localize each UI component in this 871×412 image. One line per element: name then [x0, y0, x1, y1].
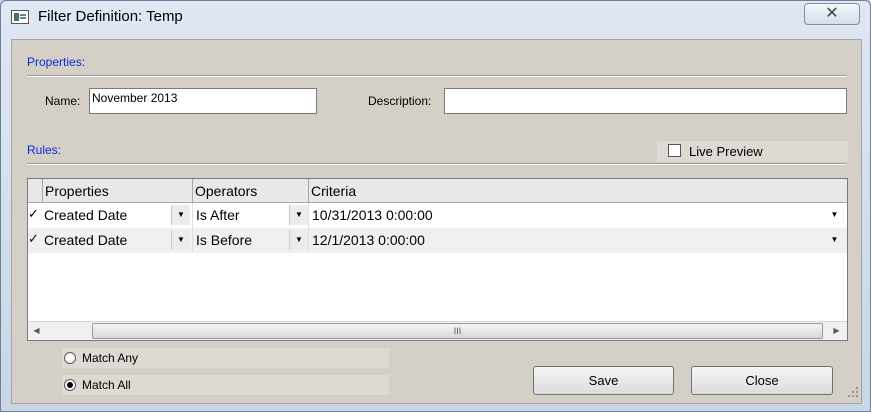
rule-enabled-checkmark-icon[interactable]: ✓: [28, 232, 40, 245]
title-bar: Filter Definition: Temp ✕: [1, 1, 870, 31]
criteria-cell[interactable]: 12/1/2013 0:00:00 ▼: [309, 228, 847, 253]
match-all-label: Match All: [82, 378, 131, 392]
scrollbar-thumb[interactable]: III: [92, 323, 823, 339]
operator-dropdown-arrow-icon[interactable]: ▼: [289, 230, 308, 250]
operator-dropdown-arrow-icon[interactable]: ▼: [289, 205, 308, 225]
filter-definition-window: Filter Definition: Temp ✕ Properties: Na…: [0, 0, 871, 412]
save-button[interactable]: Save: [533, 366, 674, 395]
criteria-cell[interactable]: 10/31/2013 0:00:00 ▼: [309, 203, 847, 228]
scroll-right-arrow-icon[interactable]: ▶: [828, 322, 845, 340]
property-dropdown-arrow-icon[interactable]: ▼: [171, 205, 190, 225]
name-label: Name:: [45, 94, 81, 108]
rule-row[interactable]: ✓ Created Date ▼ Is Before ▼ 12/1/2013 0…: [28, 228, 847, 253]
properties-section-label: Properties:: [27, 55, 86, 69]
description-label: Description:: [368, 94, 432, 108]
live-preview-label: Live Preview: [689, 144, 763, 159]
operator-value: Is Before: [196, 232, 253, 248]
property-cell[interactable]: Created Date ▼: [41, 228, 193, 253]
name-field[interactable]: November 2013: [89, 88, 317, 114]
column-header-criteria[interactable]: Criteria: [309, 179, 847, 203]
live-preview-checkbox[interactable]: [668, 144, 681, 157]
description-field[interactable]: [444, 88, 847, 114]
horizontal-scrollbar[interactable]: ◀ III ▶: [28, 321, 847, 340]
criteria-dropdown-arrow-icon[interactable]: ▼: [825, 205, 844, 225]
criteria-dropdown-arrow-icon[interactable]: ▼: [825, 230, 844, 250]
scroll-left-arrow-icon[interactable]: ◀: [28, 322, 45, 340]
rules-grid: Properties Operators Criteria ✓ Created …: [27, 178, 848, 341]
property-dropdown-arrow-icon[interactable]: ▼: [171, 230, 190, 250]
criteria-value: 10/31/2013 0:00:00: [312, 207, 433, 223]
dialog-body: Properties: Name: November 2013 Descript…: [11, 39, 862, 404]
row-selector-header: [28, 179, 43, 203]
operator-cell[interactable]: Is After ▼: [193, 203, 309, 228]
resize-grip-icon[interactable]: [848, 387, 860, 399]
window-close-button[interactable]: ✕: [804, 3, 860, 25]
rules-section-label: Rules:: [27, 143, 62, 157]
criteria-value: 12/1/2013 0:00:00: [312, 232, 425, 248]
rule-row[interactable]: ✓ Created Date ▼ Is After ▼ 10/31/2013 0…: [28, 203, 847, 228]
rule-enabled-checkmark-icon[interactable]: ✓: [28, 207, 40, 220]
property-value: Created Date: [44, 232, 128, 248]
properties-separator: [27, 75, 846, 77]
operator-value: Is After: [196, 207, 240, 223]
operator-cell[interactable]: Is Before ▼: [193, 228, 309, 253]
window-title: Filter Definition: Temp: [38, 8, 183, 25]
property-value: Created Date: [44, 207, 128, 223]
close-button[interactable]: Close: [691, 366, 833, 395]
live-preview-toggle[interactable]: Live Preview: [657, 141, 848, 162]
match-all-option[interactable]: Match All: [62, 375, 389, 395]
match-any-label: Match Any: [82, 351, 139, 365]
match-all-radio[interactable]: [64, 379, 76, 391]
rules-separator: [27, 163, 846, 165]
column-header-operators[interactable]: Operators: [193, 179, 309, 203]
column-header-properties[interactable]: Properties: [43, 179, 193, 203]
property-cell[interactable]: Created Date ▼: [41, 203, 193, 228]
match-any-radio[interactable]: [64, 352, 76, 364]
match-any-option[interactable]: Match Any: [62, 348, 389, 368]
filter-definition-icon: [11, 10, 29, 24]
